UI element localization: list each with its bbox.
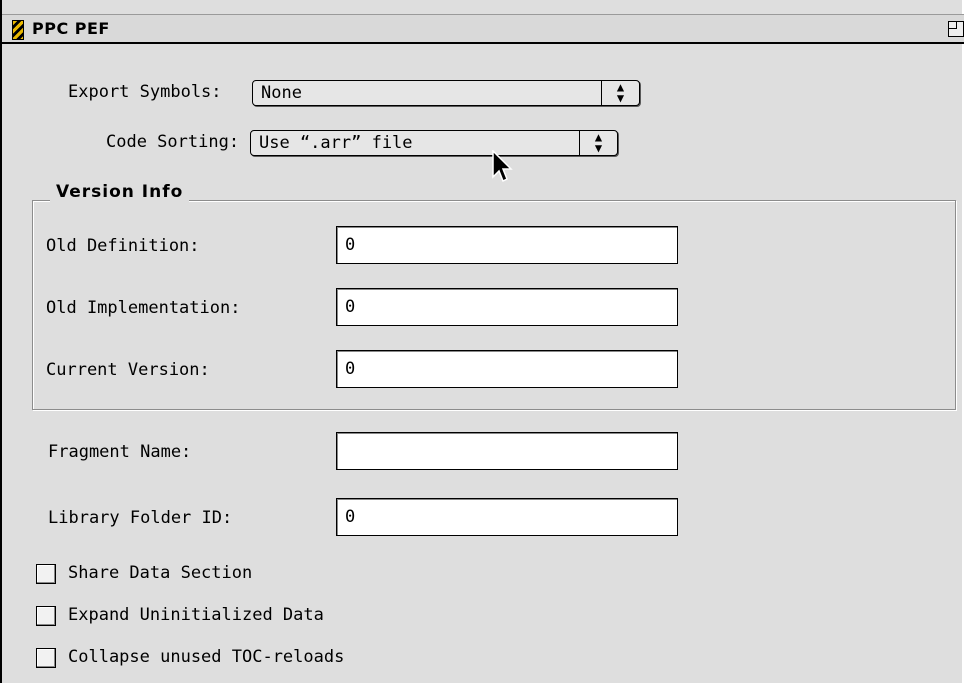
share-data-section-checkbox[interactable] xyxy=(36,564,56,584)
version-info-title: Version Info xyxy=(50,182,190,202)
share-data-section-label: Share Data Section xyxy=(68,563,253,583)
current-version-field[interactable]: 0 xyxy=(336,350,678,388)
old-definition-value: 0 xyxy=(345,235,356,255)
up-down-arrows-icon: ▲ ▼ xyxy=(601,81,639,105)
export-symbols-value: None xyxy=(261,83,302,103)
current-version-label: Current Version: xyxy=(46,360,210,380)
panel-title: PPC PEF xyxy=(32,19,110,38)
up-down-arrows-icon: ▲ ▼ xyxy=(579,131,617,155)
panel-title-bar[interactable]: PPC PEF xyxy=(2,14,964,44)
zoom-box-icon[interactable] xyxy=(948,21,964,37)
fragment-name-label: Fragment Name: xyxy=(48,442,192,462)
arrow-cursor-icon xyxy=(492,150,513,183)
collapse-unused-toc-reloads-label: Collapse unused TOC-reloads xyxy=(68,647,345,667)
expand-uninitialized-data-checkbox[interactable] xyxy=(36,606,56,626)
library-folder-id-field[interactable]: 0 xyxy=(336,498,678,536)
old-implementation-field[interactable]: 0 xyxy=(336,288,678,326)
striped-panel-icon xyxy=(12,20,24,40)
code-sorting-value: Use “.arr” file xyxy=(259,133,413,153)
old-definition-field[interactable]: 0 xyxy=(336,226,678,264)
collapse-unused-toc-reloads-checkbox[interactable] xyxy=(36,648,56,668)
code-sorting-popup[interactable]: Use “.arr” file ▲ ▼ xyxy=(250,130,618,156)
fragment-name-field[interactable] xyxy=(336,432,678,470)
code-sorting-label: Code Sorting: xyxy=(106,132,240,152)
library-folder-id-label: Library Folder ID: xyxy=(48,508,233,528)
ppc-pef-panel: PPC PEF Export Symbols: None ▲ ▼ Code Sor… xyxy=(0,0,964,683)
current-version-value: 0 xyxy=(345,359,356,379)
old-implementation-value: 0 xyxy=(345,297,356,317)
export-symbols-popup[interactable]: None ▲ ▼ xyxy=(252,80,640,106)
old-definition-label: Old Definition: xyxy=(46,236,200,256)
old-implementation-label: Old Implementation: xyxy=(46,298,241,318)
library-folder-id-value: 0 xyxy=(345,507,356,527)
export-symbols-label: Export Symbols: xyxy=(68,82,222,102)
expand-uninitialized-data-label: Expand Uninitialized Data xyxy=(68,605,324,625)
